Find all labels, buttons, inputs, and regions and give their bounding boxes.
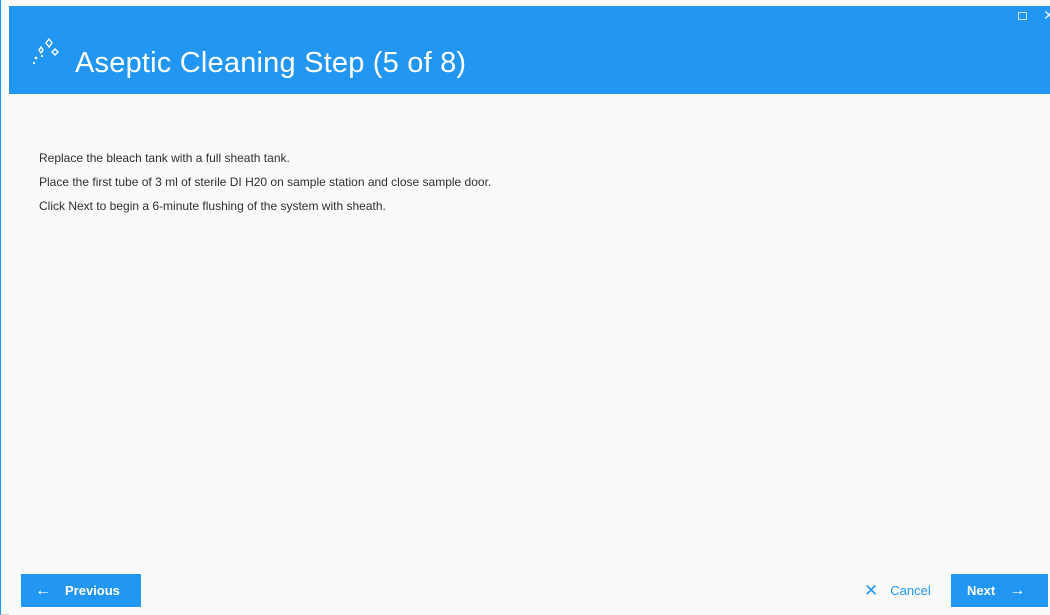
maximize-button[interactable] <box>1018 12 1027 20</box>
wizard-window: Aseptic Cleaning Step (5 of 8) ✕ Replace… <box>0 0 1050 615</box>
wizard-footer: ← Previous ✕ Cancel Next → <box>9 564 1050 615</box>
cancel-button[interactable]: ✕ Cancel <box>864 574 931 607</box>
instruction-line: Click Next to begin a 6-minute flushing … <box>39 199 386 213</box>
wizard-header: Aseptic Cleaning Step (5 of 8) ✕ <box>9 6 1050 94</box>
wizard-title: Aseptic Cleaning Step (5 of 8) <box>75 47 467 79</box>
next-button[interactable]: Next → <box>951 574 1048 607</box>
instruction-line: Place the first tube of 3 ml of sterile … <box>39 175 492 189</box>
arrow-right-icon: → <box>1009 581 1026 599</box>
instructions-list: Replace the bleach tank with a full shea… <box>39 151 491 223</box>
cancel-button-label: Cancel <box>890 583 931 598</box>
close-x-icon: ✕ <box>864 581 879 600</box>
instruction-line: Replace the bleach tank with a full shea… <box>39 151 290 165</box>
arrow-left-icon: ← <box>35 581 51 599</box>
wizard-content: Replace the bleach tank with a full shea… <box>9 94 1050 564</box>
sparkle-wizard-icon <box>32 37 59 65</box>
previous-button[interactable]: ← Previous <box>21 574 141 607</box>
close-button[interactable]: ✕ <box>1043 8 1050 22</box>
next-button-label: Next <box>967 583 996 598</box>
previous-button-label: Previous <box>65 583 120 598</box>
